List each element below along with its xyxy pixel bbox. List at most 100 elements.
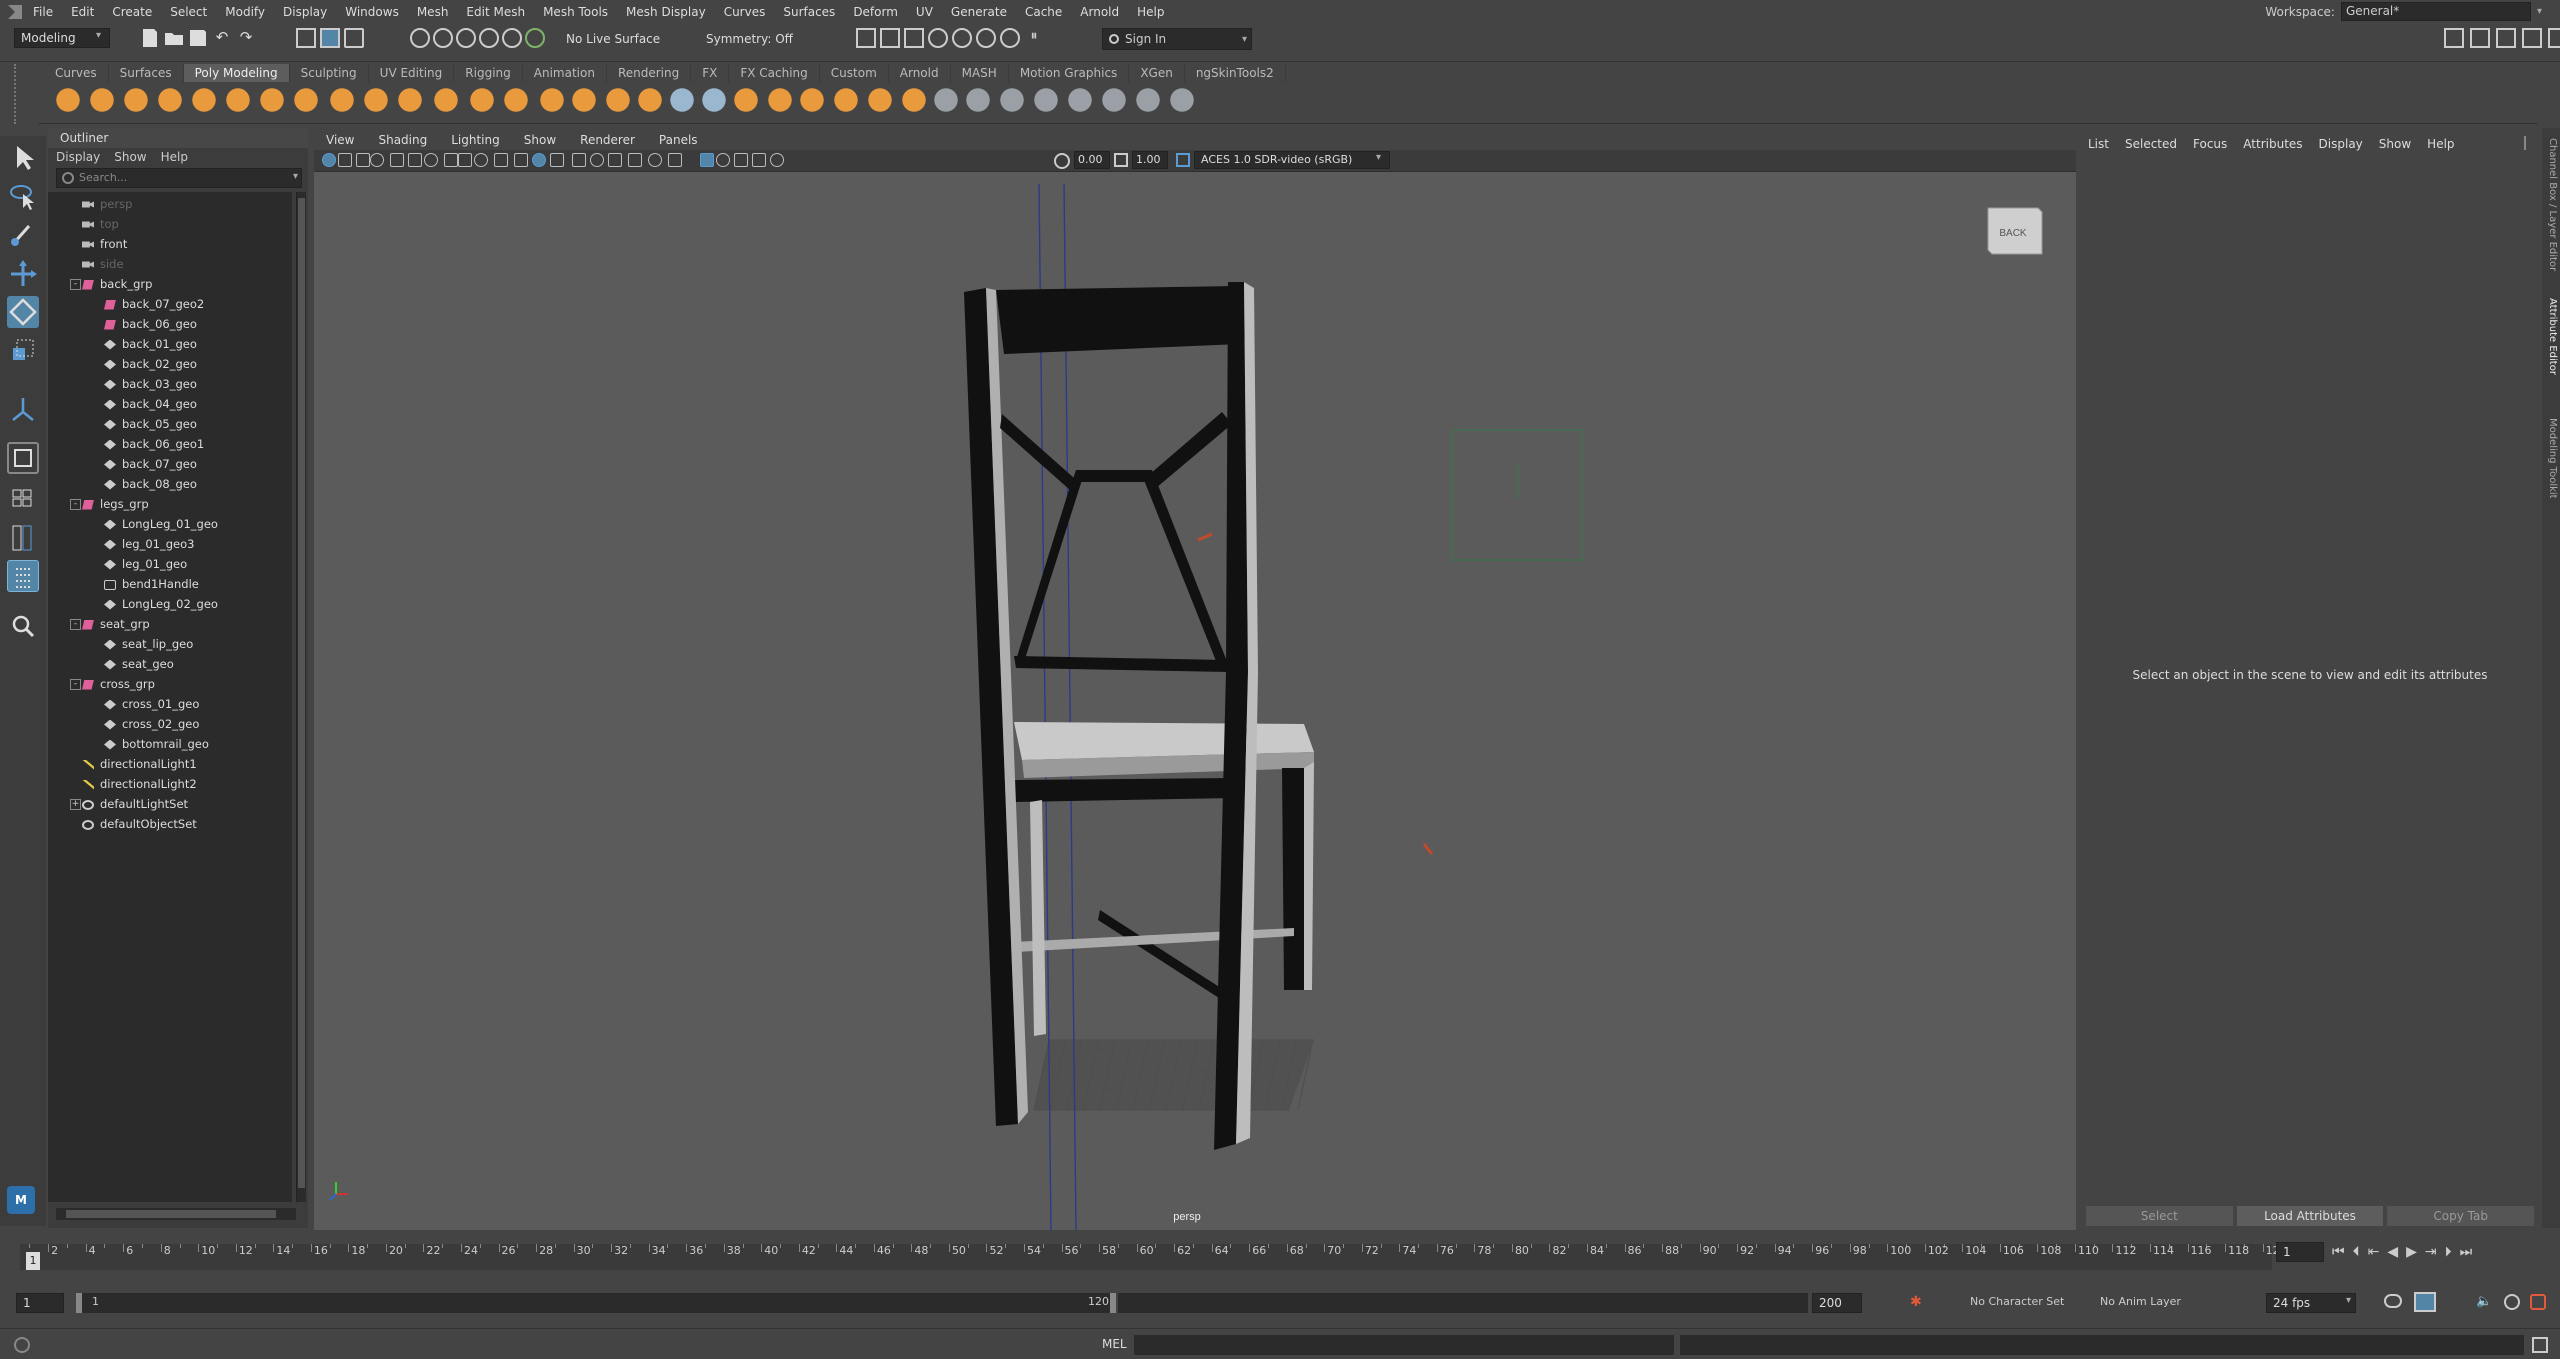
- four-view-layout-icon[interactable]: [7, 488, 39, 508]
- menu-display[interactable]: Display: [274, 0, 336, 24]
- snap-view-plane-icon[interactable]: [479, 28, 499, 48]
- separate-icon[interactable]: [540, 88, 570, 118]
- render-current-frame-icon[interactable]: [880, 28, 900, 48]
- attr-menu-attributes[interactable]: Attributes: [2235, 134, 2310, 154]
- target-weld-icon[interactable]: [1034, 88, 1064, 118]
- menu-create[interactable]: Create: [103, 0, 161, 24]
- tool-settings-toggle-icon[interactable]: [2496, 28, 2516, 48]
- outliner-item-seat-lip-geo[interactable]: seat_lip_geo: [104, 634, 193, 654]
- snap-point-icon[interactable]: [456, 28, 476, 48]
- 3d-scene-view[interactable]: BACK persp: [314, 172, 2076, 1231]
- menu-edit[interactable]: Edit: [62, 0, 103, 24]
- mirror-icon[interactable]: [606, 88, 636, 118]
- outliner-expand-toggle[interactable]: -: [70, 679, 81, 690]
- shelf-tab-surfaces[interactable]: Surfaces: [109, 64, 184, 82]
- attr-menu-selected[interactable]: Selected: [2117, 134, 2185, 154]
- save-scene-icon[interactable]: [190, 30, 206, 46]
- snap-surface-icon[interactable]: [502, 28, 522, 48]
- paint-select-tool-icon[interactable]: [7, 218, 39, 250]
- back-lower-rail-geo[interactable]: [1014, 656, 1228, 672]
- fill-hole-icon[interactable]: [768, 88, 798, 118]
- shelf-tab-rendering[interactable]: Rendering: [607, 64, 692, 82]
- poly-plane-icon[interactable]: [226, 88, 256, 118]
- range-end-handle[interactable]: [1110, 1293, 1116, 1313]
- poly-sphere-icon[interactable]: [56, 88, 86, 118]
- shelf-tab-fx-caching[interactable]: FX Caching: [729, 64, 820, 82]
- menu-cache[interactable]: Cache: [1016, 0, 1071, 24]
- menu-mesh-tools[interactable]: Mesh Tools: [534, 0, 617, 24]
- append-icon[interactable]: [966, 88, 996, 118]
- bottomrail-geo[interactable]: [1014, 778, 1234, 802]
- script-language-toggle[interactable]: MEL: [1102, 1337, 1127, 1351]
- view-transform-chevron-icon[interactable]: ▾: [1376, 152, 1381, 163]
- back-center-right-geo[interactable]: [1144, 480, 1228, 666]
- select-button[interactable]: Select: [2086, 1206, 2233, 1226]
- poly-torus-icon[interactable]: [192, 88, 222, 118]
- field-chart-icon[interactable]: [444, 153, 458, 167]
- outliner-menu-help[interactable]: Help: [161, 148, 188, 166]
- use-all-lights-icon[interactable]: [572, 153, 586, 167]
- animation-preferences-icon[interactable]: [2530, 1294, 2546, 1310]
- super-shape-icon[interactable]: [330, 88, 360, 118]
- bevel-icon[interactable]: [868, 88, 898, 118]
- copy-tab-button[interactable]: Copy Tab: [2387, 1206, 2535, 1226]
- cross-01-geo[interactable]: [1098, 910, 1224, 998]
- knife-icon[interactable]: [1102, 88, 1132, 118]
- motion-blur-icon[interactable]: [628, 153, 642, 167]
- shelf-tab-animation[interactable]: Animation: [523, 64, 607, 82]
- outliner-item-back-08-geo[interactable]: back_08_geo: [104, 474, 197, 494]
- menu-select[interactable]: Select: [161, 0, 216, 24]
- new-scene-icon[interactable]: [143, 29, 157, 47]
- search-options-chevron-icon[interactable]: ▾: [293, 171, 298, 182]
- shelf-tab-custom[interactable]: Custom: [820, 64, 889, 82]
- anim-layer-dropdown[interactable]: No Anim Layer: [2100, 1295, 2181, 1308]
- pause-ipr-icon[interactable]: ⏸: [1024, 28, 1044, 48]
- menu-mesh[interactable]: Mesh: [408, 0, 458, 24]
- menu-generate[interactable]: Generate: [942, 0, 1016, 24]
- outliner-menu-show[interactable]: Show: [114, 148, 146, 166]
- outliner-item-directionallight1[interactable]: directionalLight1: [82, 754, 197, 774]
- shelf-tab-sculpting[interactable]: Sculpting: [290, 64, 369, 82]
- pin-icon[interactable]: [2524, 136, 2534, 150]
- outliner-item-seat-geo[interactable]: seat_geo: [104, 654, 174, 674]
- outliner-expand-toggle[interactable]: -: [70, 279, 81, 290]
- cache-playback-icon[interactable]: [2414, 1292, 2436, 1312]
- channel-box-toggle-icon[interactable]: [2522, 28, 2542, 48]
- outliner-expand-toggle[interactable]: +: [70, 799, 81, 810]
- playback-end-field[interactable]: 120: [1088, 1295, 1109, 1308]
- outliner-item-side[interactable]: side: [82, 254, 124, 274]
- move-tool-icon[interactable]: [7, 258, 39, 290]
- outliner-item-defaultlightset[interactable]: defaultLightSet: [82, 794, 188, 814]
- attr-menu-list[interactable]: List: [2080, 134, 2117, 154]
- command-input[interactable]: [1134, 1335, 1674, 1355]
- attr-menu-show[interactable]: Show: [2371, 134, 2419, 154]
- view-transform-dropdown[interactable]: ACES 1.0 SDR-video (sRGB): [1194, 151, 1390, 169]
- outliner-item-cross-01-geo[interactable]: cross_01_geo: [104, 694, 199, 714]
- character-set-dropdown[interactable]: No Character Set: [1970, 1295, 2064, 1308]
- play-forwards-icon[interactable]: ▶: [2406, 1244, 2417, 1260]
- xray-joints-icon[interactable]: [734, 153, 748, 167]
- soft-modification-tool-icon[interactable]: [7, 392, 39, 424]
- workspace-chevron-icon[interactable]: ▾: [2537, 6, 2542, 17]
- arnold-ipr-icon[interactable]: [1000, 28, 1020, 48]
- zoom-tool-icon[interactable]: [7, 610, 39, 642]
- safe-title-icon[interactable]: [474, 153, 488, 167]
- outliner-item-back-06-geo1[interactable]: back_06_geo1: [104, 434, 204, 454]
- snap-curve-icon[interactable]: [433, 28, 453, 48]
- wireframe-on-shaded-icon[interactable]: [770, 153, 784, 167]
- quad-draw-icon[interactable]: [1136, 88, 1166, 118]
- lasso-tool-icon[interactable]: [7, 180, 39, 212]
- outliner-item-back-06-geo[interactable]: back_06_geo: [104, 314, 197, 334]
- extrude-icon[interactable]: [934, 88, 964, 118]
- sound-icon[interactable]: 🔈: [2476, 1294, 2492, 1309]
- step-back-key-icon[interactable]: ⇤: [2368, 1244, 2380, 1260]
- outliner-search-input[interactable]: Search...: [56, 168, 302, 188]
- outliner-scrollbar[interactable]: [296, 192, 306, 1202]
- playback-start-field[interactable]: 1: [92, 1295, 99, 1308]
- animation-end-field[interactable]: 200: [1812, 1293, 1862, 1313]
- image-plane-icon[interactable]: [370, 153, 384, 167]
- wireframe-icon[interactable]: [514, 153, 528, 167]
- connect-icon[interactable]: [1068, 88, 1098, 118]
- animation-start-field[interactable]: 1: [16, 1293, 64, 1313]
- smooth-shade-icon[interactable]: [532, 153, 546, 167]
